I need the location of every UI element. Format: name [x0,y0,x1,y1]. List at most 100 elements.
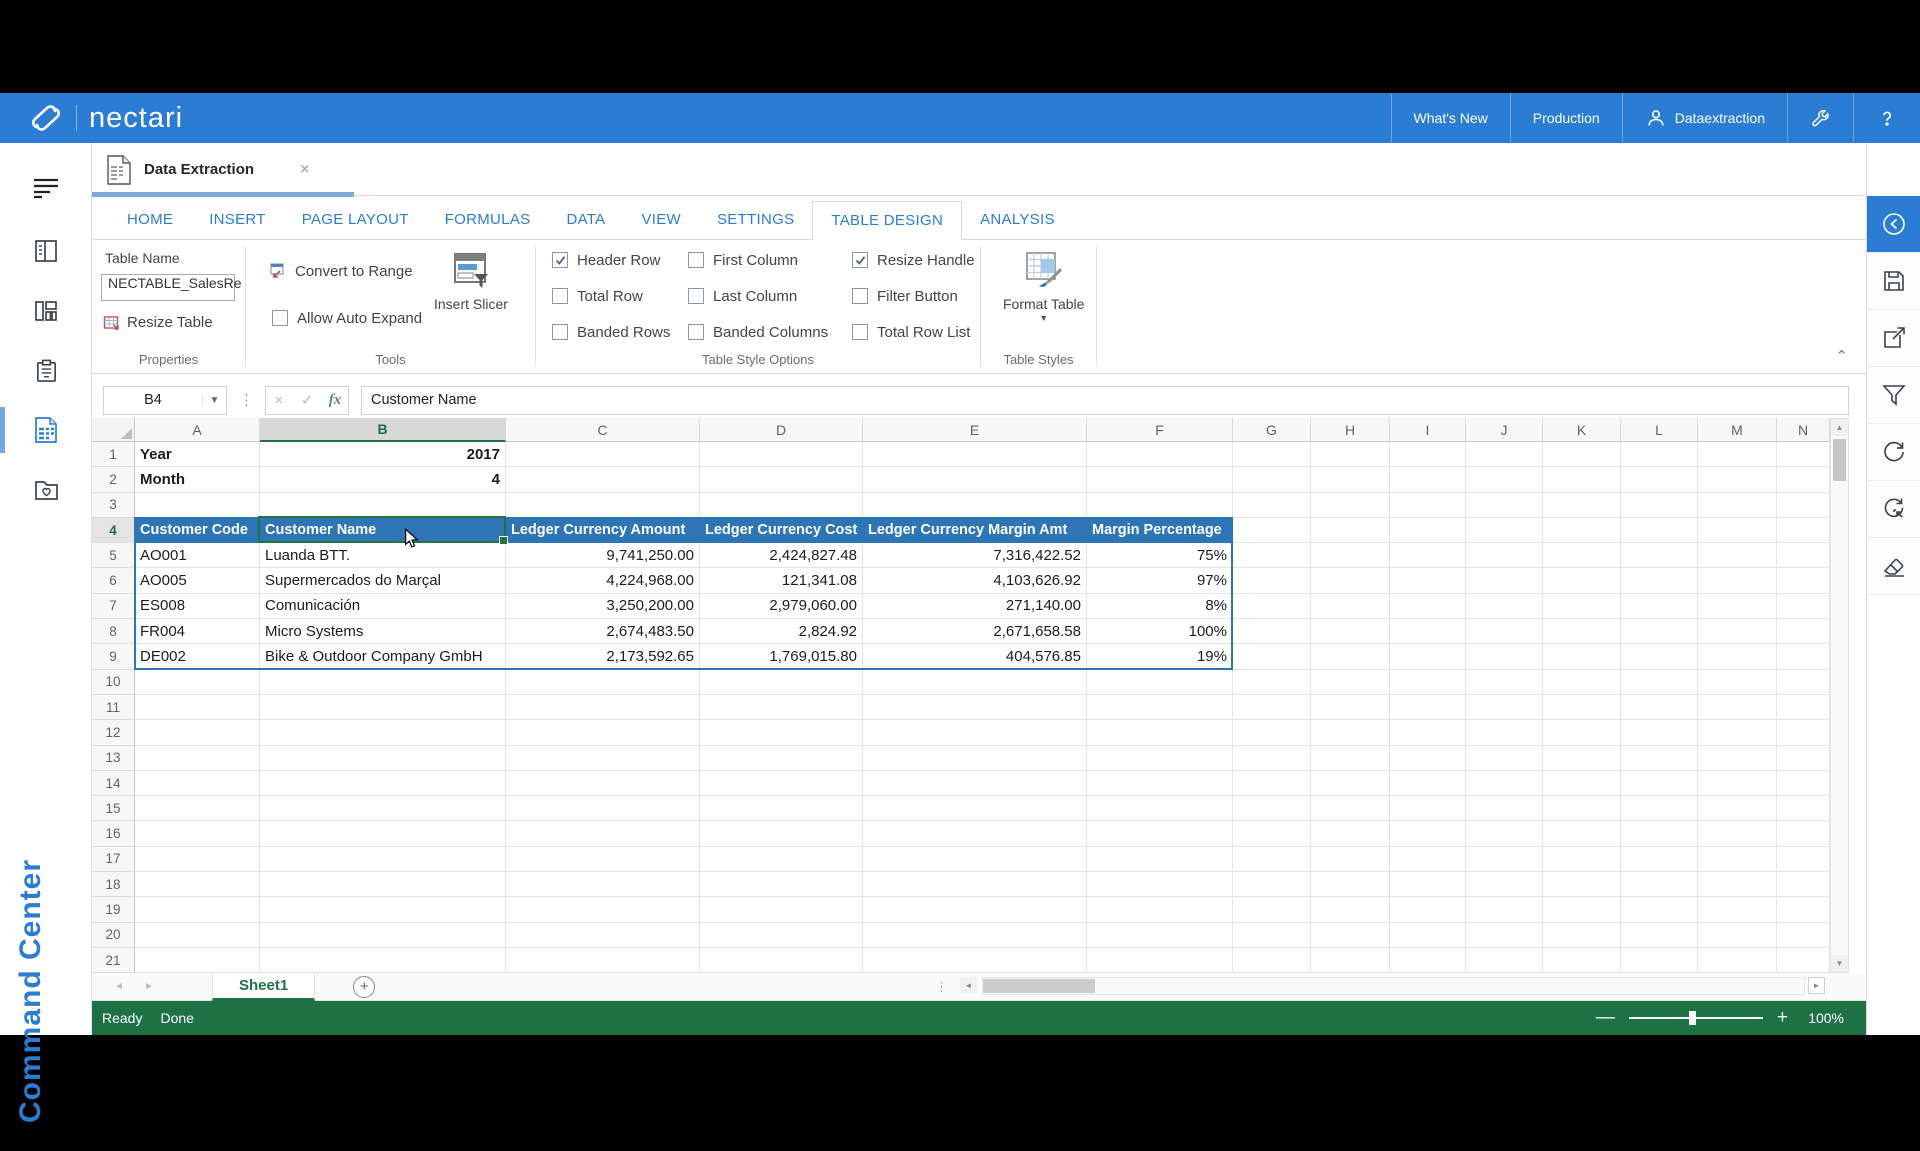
cell-D15[interactable] [700,796,863,821]
cell-H6[interactable] [1311,568,1390,593]
cell-D20[interactable] [700,923,863,948]
cell-M10[interactable] [1698,670,1777,695]
cell-I11[interactable] [1390,695,1466,720]
cell-K16[interactable] [1543,821,1621,846]
cell-E9[interactable]: 404,576.85 [863,644,1087,669]
row-header-6[interactable]: 6 [92,568,135,593]
row-header-19[interactable]: 19 [92,897,135,922]
cell-K12[interactable] [1543,720,1621,745]
cell-H9[interactable] [1311,644,1390,669]
row-header-11[interactable]: 11 [92,695,135,720]
cell-J15[interactable] [1466,796,1543,821]
cell-C1[interactable] [506,442,700,467]
row-header-18[interactable]: 18 [92,872,135,897]
cell-B20[interactable] [260,923,506,948]
cell-H12[interactable] [1311,720,1390,745]
cell-A18[interactable] [135,872,260,897]
resize-table-button[interactable]: Resize Table [103,314,213,331]
cell-F20[interactable] [1087,923,1233,948]
cell-G17[interactable] [1233,847,1311,872]
cell-B17[interactable] [260,847,506,872]
column-header-I[interactable]: I [1390,418,1466,442]
cell-H14[interactable] [1311,771,1390,796]
cell-M17[interactable] [1698,847,1777,872]
cell-G21[interactable] [1233,948,1311,973]
cell-H1[interactable] [1311,442,1390,467]
resize-handle-checkbox[interactable]: Resize Handle [852,248,975,272]
tool-refresh-data-button[interactable] [1867,481,1920,538]
row-header-14[interactable]: 14 [92,771,135,796]
cell-H15[interactable] [1311,796,1390,821]
cell-L17[interactable] [1621,847,1698,872]
tool-collapse-panel-button[interactable] [1867,196,1920,253]
cell-A3[interactable] [135,493,260,518]
total-row-checkbox[interactable]: Total Row [552,284,670,308]
cell-F10[interactable] [1087,670,1233,695]
cell-N4[interactable] [1777,518,1830,543]
ribbon-tab-view[interactable]: VIEW [623,201,699,239]
cell-G6[interactable] [1233,568,1311,593]
cell-B2[interactable]: 4 [260,467,506,492]
cell-N9[interactable] [1777,644,1830,669]
cell-G12[interactable] [1233,720,1311,745]
cell-B4[interactable]: Customer Name [260,518,506,543]
cell-I1[interactable] [1390,442,1466,467]
cell-L13[interactable] [1621,746,1698,771]
cell-D2[interactable] [700,467,863,492]
cell-E14[interactable] [863,771,1087,796]
cell-F8[interactable]: 100% [1087,619,1233,644]
cell-M8[interactable] [1698,619,1777,644]
cell-B16[interactable] [260,821,506,846]
cell-E3[interactable] [863,493,1087,518]
insert-slicer-button[interactable]: Insert Slicer [434,250,508,312]
cell-D19[interactable] [700,897,863,922]
cell-C8[interactable]: 2,674,483.50 [506,619,700,644]
prev-sheet-icon[interactable]: ◄ [104,981,134,992]
cell-G20[interactable] [1233,923,1311,948]
cell-K6[interactable] [1543,568,1621,593]
cell-J13[interactable] [1466,746,1543,771]
tool-eraser-button[interactable] [1867,538,1920,595]
cell-K1[interactable] [1543,442,1621,467]
banded-columns-checkbox[interactable]: Banded Columns [688,320,828,344]
cell-J14[interactable] [1466,771,1543,796]
row-header-13[interactable]: 13 [92,746,135,771]
cell-I10[interactable] [1390,670,1466,695]
cell-E16[interactable] [863,821,1087,846]
cell-B14[interactable] [260,771,506,796]
cell-E4[interactable]: Ledger Currency Margin Amt [863,518,1087,543]
row-header-5[interactable]: 5 [92,543,135,568]
cell-F15[interactable] [1087,796,1233,821]
cell-C2[interactable] [506,467,700,492]
cell-M21[interactable] [1698,948,1777,973]
cell-F3[interactable] [1087,493,1233,518]
cell-L4[interactable] [1621,518,1698,543]
cell-G10[interactable] [1233,670,1311,695]
cell-G3[interactable] [1233,493,1311,518]
cell-A10[interactable] [135,670,260,695]
cell-H18[interactable] [1311,872,1390,897]
cell-C3[interactable] [506,493,700,518]
cell-A11[interactable] [135,695,260,720]
cell-H13[interactable] [1311,746,1390,771]
close-tab-icon[interactable]: × [300,161,309,179]
cell-M16[interactable] [1698,821,1777,846]
cell-A19[interactable] [135,897,260,922]
sidebar-layout-button[interactable] [0,286,92,336]
cell-M5[interactable] [1698,543,1777,568]
insert-function-icon[interactable]: fx [326,392,344,409]
cell-J16[interactable] [1466,821,1543,846]
cell-E17[interactable] [863,847,1087,872]
cell-J20[interactable] [1466,923,1543,948]
cell-F21[interactable] [1087,948,1233,973]
cancel-entry-icon[interactable]: × [270,392,288,409]
cell-J4[interactable] [1466,518,1543,543]
cell-L10[interactable] [1621,670,1698,695]
cell-L9[interactable] [1621,644,1698,669]
cell-B10[interactable] [260,670,506,695]
cell-I4[interactable] [1390,518,1466,543]
row-header-7[interactable]: 7 [92,594,135,619]
column-header-H[interactable]: H [1311,418,1390,442]
cell-F18[interactable] [1087,872,1233,897]
row-header-9[interactable]: 9 [92,644,135,669]
